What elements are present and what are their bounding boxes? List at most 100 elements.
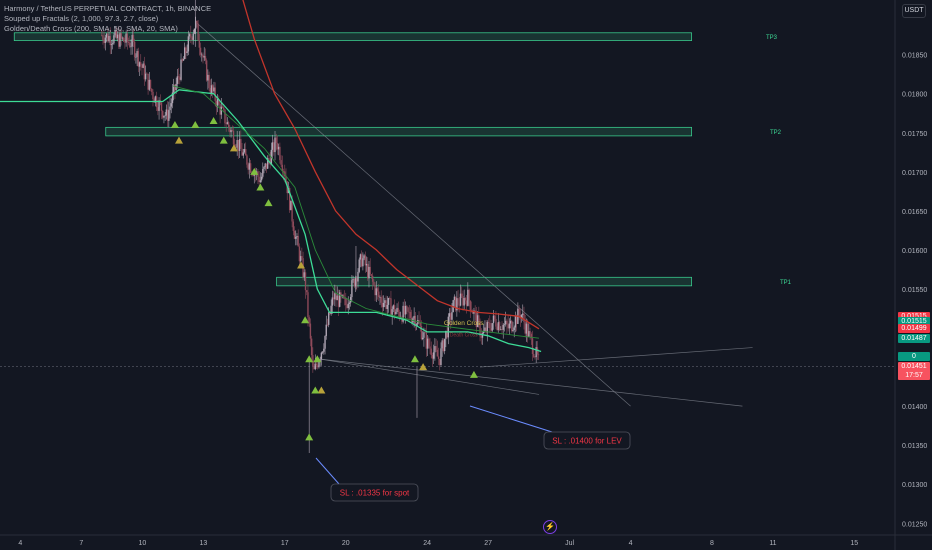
candle-body (370, 274, 373, 276)
candle-body (301, 256, 303, 259)
candle-body (121, 37, 124, 39)
lightning-icon[interactable]: ⚡ (543, 520, 557, 534)
candle-body (404, 305, 407, 315)
candle-body (124, 41, 126, 43)
candle-body (514, 316, 517, 328)
candle-body (137, 51, 140, 67)
candle-body (515, 316, 518, 324)
candle-body (347, 303, 349, 309)
y-tick-label: 0.01300 (902, 482, 927, 489)
fractal-triangle (175, 136, 183, 144)
candle-body (237, 139, 240, 151)
candle-body (375, 288, 378, 296)
candle-body (204, 56, 207, 61)
price-badge: 0.01451 17:57 (898, 361, 930, 380)
candle-body (144, 73, 147, 80)
candle-body (103, 39, 105, 44)
fractal-triangle (311, 386, 320, 394)
candle-body (166, 109, 169, 121)
candle-body (498, 322, 501, 330)
candle-body (506, 320, 508, 325)
candle-body (240, 139, 242, 149)
candle-body (282, 170, 285, 172)
candle-body (140, 62, 142, 66)
candle-body (395, 311, 397, 315)
candle-body (320, 352, 323, 360)
candle-body (268, 158, 270, 160)
candle-body (314, 363, 316, 370)
candle-body (381, 302, 384, 308)
symbol-title[interactable]: Harmony / TetherUS PERPETUAL CONTRACT, 1… (4, 4, 211, 14)
candle-body (293, 230, 296, 239)
candle-body (493, 315, 496, 319)
candle-body (513, 327, 515, 330)
candle-body (360, 254, 363, 267)
candle-body (396, 307, 398, 312)
candle-body (392, 305, 395, 310)
candle-body (436, 349, 439, 357)
candle-body (443, 338, 446, 352)
candle-body (413, 315, 415, 319)
candle-body (353, 278, 356, 287)
candle-body (492, 315, 495, 324)
candle-body (480, 336, 482, 338)
indicator-fractals[interactable]: Souped up Fractals (2, 1,000, 97.3, 2.7,… (4, 14, 211, 24)
candle-body (249, 163, 252, 173)
indicator-cross[interactable]: Golden/Death Cross (200, SMA, 50, SMA, 2… (4, 24, 211, 34)
y-tick-label: 0.01550 (902, 287, 927, 294)
candle-body (248, 163, 251, 170)
candle-body (457, 298, 459, 305)
y-tick-label: 0.01250 (902, 521, 927, 528)
candle-body (469, 300, 471, 311)
candle-body (323, 348, 325, 352)
tp-label: TP2 (770, 130, 782, 136)
fractal-triangle (297, 261, 306, 269)
price-chart[interactable]: 0.01850 0.01800 0.01750 0.01700 0.01650 0.016… (0, 0, 932, 550)
candle-body (403, 305, 406, 315)
fractal-triangle (256, 183, 265, 191)
sl-lev-text: SL : .01400 for LEV (552, 437, 622, 446)
candle-body (384, 300, 386, 303)
candle-body (348, 302, 351, 304)
candle-body (382, 302, 385, 308)
candle-body (387, 298, 390, 305)
candle-body (367, 263, 369, 279)
candle-body (192, 33, 194, 40)
currency-selector[interactable]: USDT (902, 4, 926, 18)
candle-body (201, 54, 203, 56)
candle-body (349, 297, 352, 303)
candle-body (247, 164, 249, 170)
candle-body (324, 335, 326, 349)
candle-body (524, 322, 526, 334)
candle-body (109, 35, 111, 46)
candle-body (190, 34, 192, 38)
candle-body (441, 340, 443, 349)
candle-body (262, 168, 264, 177)
candle-body (529, 331, 531, 334)
candle-body (306, 290, 308, 293)
candle-body (315, 363, 318, 366)
candle-body (107, 33, 109, 42)
candle-body (495, 318, 497, 327)
y-tick-label: 0.01750 (902, 131, 927, 138)
candle-body (304, 272, 307, 291)
candle-body (131, 34, 133, 47)
candle-body (125, 33, 127, 43)
candle-body (407, 307, 409, 312)
candle-body (369, 266, 371, 275)
candle-body (127, 41, 130, 43)
candle-body (528, 331, 530, 337)
candle-body (531, 338, 534, 354)
candle-body (357, 271, 359, 282)
candle-body (185, 47, 187, 53)
candle-body (428, 338, 430, 347)
death-cross-label: Death Cross (450, 333, 478, 339)
candle-body (111, 43, 114, 45)
candle-body (149, 79, 152, 89)
candle-body (104, 37, 107, 44)
candle-body (243, 149, 246, 153)
candle-body (142, 63, 144, 68)
price-badge: 0.01487 (898, 333, 930, 343)
candle-body (271, 142, 274, 150)
candle-body (246, 155, 248, 165)
